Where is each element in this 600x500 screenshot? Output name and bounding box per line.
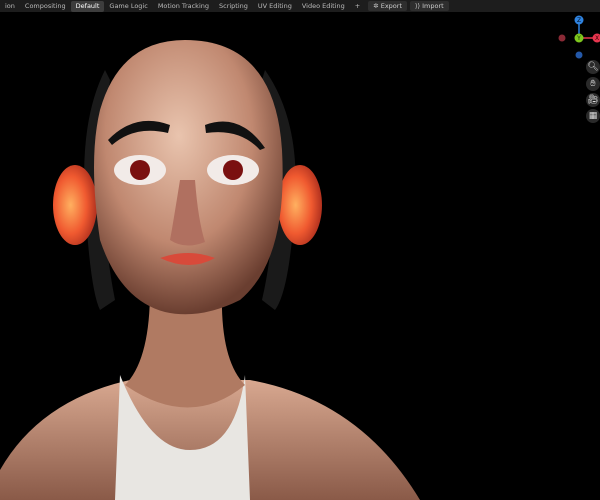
import-label: Import xyxy=(422,2,444,10)
tab-video-editing[interactable]: Video Editing xyxy=(297,1,350,12)
export-icon: ✲ xyxy=(373,2,381,10)
camera-icon: 🎥︎ xyxy=(587,95,599,105)
tab-game-logic[interactable]: Game Logic xyxy=(104,1,152,12)
ear-right xyxy=(278,165,322,245)
pan-button[interactable]: ✋︎ xyxy=(586,77,600,91)
add-workspace-button[interactable]: + xyxy=(350,1,365,12)
ear-left xyxy=(53,165,97,245)
tab-scripting[interactable]: Scripting xyxy=(214,1,253,12)
tab-compositing[interactable]: Compositing xyxy=(20,1,71,12)
grid-icon: ▦ xyxy=(588,111,598,121)
tab-motion-tracking[interactable]: Motion Tracking xyxy=(153,1,214,12)
import-button[interactable]: ⟩⟩ Import xyxy=(410,1,449,11)
ortho-toggle-button[interactable]: ▦ xyxy=(586,109,600,123)
tab-uv-editing[interactable]: UV Editing xyxy=(253,1,297,12)
zoom-icon: 🔍︎ xyxy=(587,62,599,72)
camera-view-button[interactable]: 🎥︎ xyxy=(586,93,600,107)
export-label: Export xyxy=(380,2,402,10)
gizmo-y-label: Y xyxy=(576,35,581,42)
tab-default[interactable]: Default xyxy=(70,0,105,12)
tab-animation[interactable]: ion xyxy=(0,1,20,12)
iris-right xyxy=(223,160,243,180)
3d-viewport[interactable] xyxy=(0,12,600,500)
workspace-tabs-bar: ion Compositing Default Game Logic Motio… xyxy=(0,0,600,12)
gizmo-z-label: Z xyxy=(577,17,581,24)
gizmo-neg-x xyxy=(558,34,566,42)
zoom-button[interactable]: 🔍︎ xyxy=(586,60,600,74)
iris-left xyxy=(130,160,150,180)
navigation-gizmo[interactable]: Z X Y xyxy=(555,12,600,62)
export-button[interactable]: ✲ Export xyxy=(368,1,407,11)
character-model xyxy=(0,40,420,500)
hand-icon: ✋︎ xyxy=(590,79,596,89)
gizmo-neg-z xyxy=(575,51,583,59)
gizmo-x-label: X xyxy=(595,35,599,42)
